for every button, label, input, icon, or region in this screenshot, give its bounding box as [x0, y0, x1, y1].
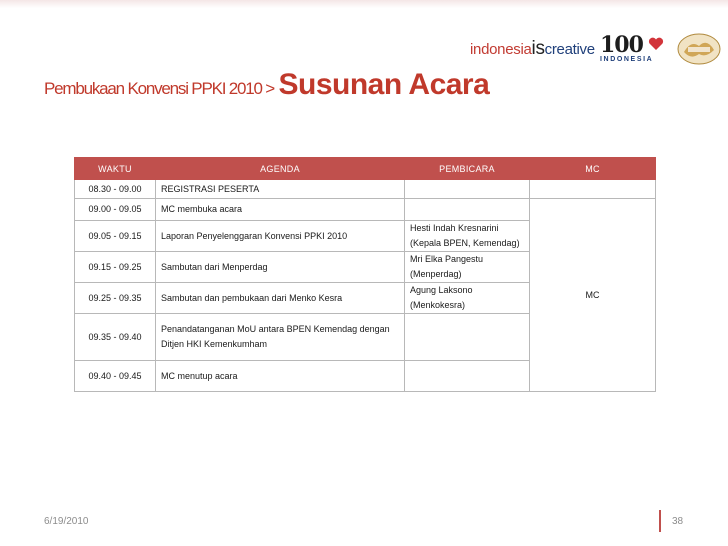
speaker-cell	[404, 179, 530, 199]
speaker-cell: Mri Elka Pangestu (Menperdag)	[404, 251, 530, 283]
mc-cell-merged: MC	[529, 198, 656, 392]
top-band	[0, 0, 728, 8]
time-cell: 08.30 - 09.00	[74, 179, 156, 199]
mc-cell	[529, 179, 656, 199]
agenda-cell: Sambutan dari Menperdag	[155, 251, 405, 283]
page-number: 38	[672, 516, 684, 527]
table-row: 09.00 - 09.05 MC membuka acara MC	[74, 198, 656, 392]
title-prefix: Pembukaan Konvensi PPKI 2010 >	[44, 79, 275, 98]
footer-date: 6/19/2010	[44, 516, 89, 527]
header-waktu: WAKTU	[74, 157, 156, 180]
agenda-cell: Penandatanganan MoU antara BPEN Kemendag…	[155, 313, 405, 361]
agenda-table: WAKTU AGENDA PEMBICARA MC 08.30 - 09.00 …	[74, 157, 656, 392]
time-cell: 09.40 - 09.45	[74, 360, 156, 392]
agenda-cell: Laporan Penyelenggaran Konvensi PPKI 201…	[155, 220, 405, 252]
table-row: 08.30 - 09.00 REGISTRASI PESERTA	[74, 179, 656, 199]
time-cell: 09.35 - 09.40	[74, 313, 156, 361]
time-cell: 09.05 - 09.15	[74, 220, 156, 252]
agenda-cell: MC membuka acara	[155, 198, 405, 221]
time-cell: 09.00 - 09.05	[74, 198, 156, 221]
ppki-emblem-logo	[677, 33, 721, 65]
agenda-cell: Sambutan dan pembukaan dari Menko Kesra	[155, 282, 405, 314]
table-header-row: WAKTU AGENDA PEMBICARA MC	[74, 157, 656, 180]
logo-text-indonesia: indonesia	[470, 41, 532, 58]
logo-text-indonesia-sub: INDONESIA	[600, 56, 654, 63]
speaker-cell: Hesti Indah Kresnarini (Kepala BPEN, Kem…	[404, 220, 530, 252]
speaker-cell	[404, 360, 530, 392]
speaker-cell	[404, 198, 530, 221]
time-cell: 09.15 - 09.25	[74, 251, 156, 283]
header-pembicara: PEMBICARA	[404, 157, 530, 180]
slide: indonesiaiscreative 100 INDONESIA Pembuk…	[0, 0, 728, 546]
logo-text-creative: creative	[544, 41, 595, 58]
footer-divider	[659, 510, 661, 532]
header-mc: MC	[529, 157, 656, 180]
heart-icon	[648, 37, 664, 50]
agenda-cell: REGISTRASI PESERTA	[155, 179, 405, 199]
page-title: Pembukaan Konvensi PPKI 2010 > Susunan A…	[44, 68, 490, 102]
logo-text-100: 100	[600, 32, 644, 58]
header-agenda: AGENDA	[155, 157, 405, 180]
speaker-cell: Agung Laksono (Menkokesra)	[404, 282, 530, 314]
hundred-percent-indonesia-logo: 100 INDONESIA	[600, 32, 670, 63]
indonesia-is-creative-logo: indonesiaiscreative	[470, 38, 595, 60]
title-main: Susunan Acara	[278, 68, 490, 101]
time-cell: 09.25 - 09.35	[74, 282, 156, 314]
logo-text-is: is	[531, 38, 545, 59]
agenda-cell: MC menutup acara	[155, 360, 405, 392]
speaker-cell	[404, 313, 530, 361]
